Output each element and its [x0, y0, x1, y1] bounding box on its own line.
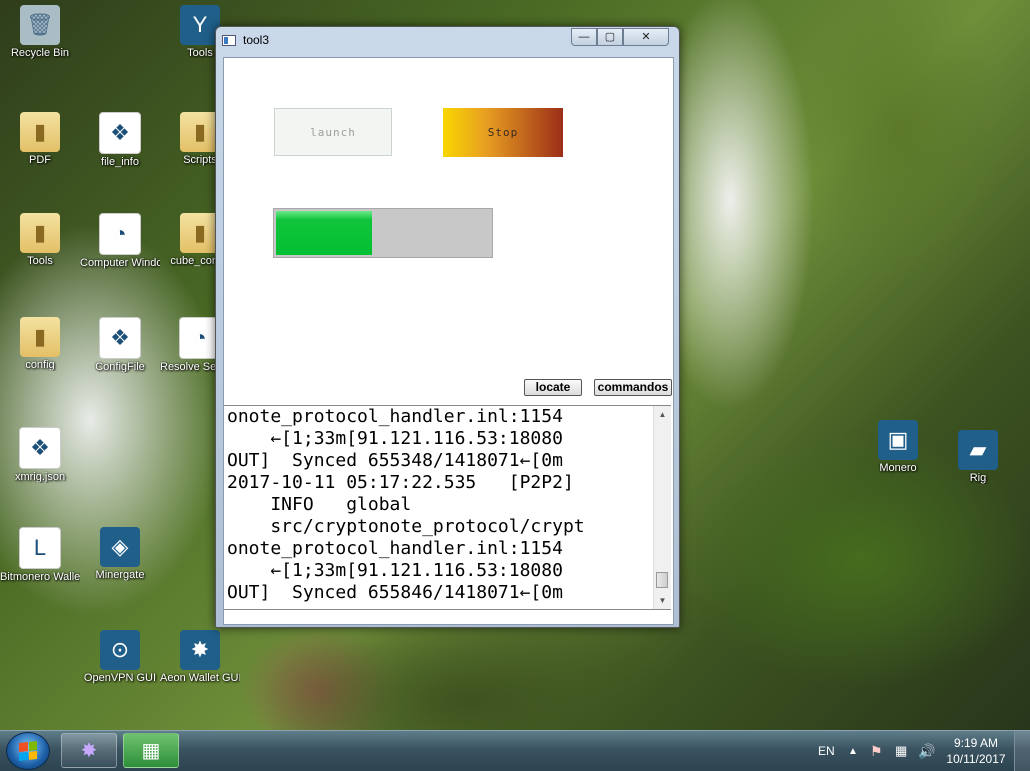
- taskbar-app-aeon-wallet[interactable]: ✸: [61, 733, 117, 768]
- language-indicator[interactable]: EN: [818, 731, 835, 771]
- desktop-icon-image-icon: ⊙: [100, 630, 140, 670]
- desktop-icon-image-icon: L: [19, 527, 61, 569]
- desktop-icon[interactable]: ▰ Rig: [938, 430, 1018, 484]
- console-line: onote_protocol_handler.inl:1154: [227, 406, 563, 427]
- desktop-icon[interactable]: ❖ ConfigFile: [80, 317, 160, 373]
- desktop-icon[interactable]: L Bitmonero Wallet Generator: [0, 527, 80, 583]
- desktop-icon-label: Tools: [27, 255, 53, 267]
- desktop-icon-image-icon: 🗑: [20, 5, 60, 45]
- desktop-icon-label: PDF: [29, 154, 51, 166]
- desktop-icon-image-icon: ❖: [99, 317, 141, 359]
- desktop-icon-label: xmrig.json: [14, 471, 66, 483]
- window-client-area: launch Stop locate commandos onote_proto…: [223, 57, 674, 625]
- desktop-icon[interactable]: ▣ Monero: [858, 420, 938, 474]
- desktop-icon[interactable]: ✸ Aeon Wallet GUI: [160, 630, 240, 684]
- desktop-icon-image-icon: ◔: [99, 213, 141, 255]
- progress-fill: [276, 211, 372, 255]
- desktop-icon-image-icon: ❖: [19, 427, 61, 469]
- desktop-icon-label: config: [25, 359, 55, 371]
- console-line: OUT] Synced 655348/1418071←[0m: [227, 450, 563, 471]
- desktop-icon[interactable]: ▮ config: [0, 317, 80, 371]
- maximize-icon: ▢: [604, 31, 616, 43]
- clock-date: 10/11/2017: [946, 752, 1006, 766]
- scroll-up-arrow-icon[interactable]: ▲: [654, 406, 671, 423]
- clock[interactable]: 9:19 AM 10/11/2017: [945, 735, 1007, 767]
- desktop-icon-image-icon: ▮: [180, 213, 220, 253]
- desktop-icon-label: ConfigFile: [95, 361, 145, 373]
- desktop-icon-image-icon: ▮: [180, 112, 220, 152]
- scroll-thumb[interactable]: [656, 572, 668, 588]
- taskbar: ✸ ▦ EN ▲ ⚑ ▦ 🔊 9:19 AM 10/11/2017: [0, 730, 1030, 771]
- desktop-icon-label: Computer Windows: [80, 257, 160, 269]
- desktop-icon-image-icon: ◈: [100, 527, 140, 567]
- stop-button[interactable]: Stop: [443, 108, 563, 157]
- desktop-icon-label: Minergate: [95, 569, 145, 581]
- taskbar-app-second[interactable]: ▦: [123, 733, 179, 768]
- console-line: OUT] Synced 655846/1418071←[0m: [227, 582, 563, 603]
- desktop-icon-label: Bitmonero Wallet Generator: [0, 571, 80, 583]
- desktop-icon[interactable]: ◔ Computer Windows: [80, 213, 160, 269]
- desktop-icon[interactable]: ❖ file_info: [80, 112, 160, 168]
- desktop-icon[interactable]: ▮ PDF: [0, 112, 80, 166]
- desktop-icon-label: Rig: [969, 472, 987, 484]
- window-title: tool3: [243, 33, 270, 47]
- app-window: tool3 — ▢ ✕ launch Stop locate commandos…: [215, 26, 680, 628]
- minimize-button[interactable]: —: [571, 28, 597, 46]
- console-text: onote_protocol_handler.inl:1154 ←[1;33m[…: [227, 406, 652, 604]
- clock-time: 9:19 AM: [953, 736, 999, 750]
- desktop-icon-label: OpenVPN GUI: [83, 672, 157, 684]
- vertical-scrollbar[interactable]: ▲ ▼: [653, 406, 671, 609]
- desktop-icon-image-icon: ▮: [20, 317, 60, 357]
- console-line: 2017-10-11 05:17:22.535 [P2P2]: [227, 472, 574, 493]
- title-bar[interactable]: tool3 — ▢ ✕: [216, 27, 679, 55]
- progress-bar: [273, 208, 493, 258]
- commandos-button[interactable]: commandos: [594, 379, 672, 396]
- desktop-icon[interactable]: 🗑 Recycle Bin: [0, 5, 80, 59]
- desktop-icon-image-icon: ✸: [180, 630, 220, 670]
- desktop-icon[interactable]: ▮ Tools: [0, 213, 80, 267]
- console-line: INFO global: [227, 494, 412, 515]
- locate-button[interactable]: locate: [524, 379, 582, 396]
- desktop-icon[interactable]: ⊙ OpenVPN GUI: [80, 630, 160, 684]
- desktop-icon-label: Monero: [879, 462, 917, 474]
- desktop-icon[interactable]: ◈ Minergate: [80, 527, 160, 581]
- close-button[interactable]: ✕: [623, 28, 669, 46]
- close-icon: ✕: [641, 31, 651, 43]
- aeon-wallet-icon: ✸: [80, 740, 98, 762]
- start-button[interactable]: [6, 732, 50, 770]
- console-line: ←[1;33m[91.121.116.53:18080: [227, 560, 563, 581]
- console-line: ←[1;33m[91.121.116.53:18080: [227, 428, 563, 449]
- desktop-icon-image-icon: ❖: [99, 112, 141, 154]
- desktop-icon-image-icon: ▮: [20, 213, 60, 253]
- console-line: onote_protocol_handler.inl:1154: [227, 538, 563, 559]
- minimize-icon: —: [578, 31, 590, 43]
- desktop-icon-image-icon: Y: [180, 5, 220, 45]
- network-icon[interactable]: ▦: [895, 731, 907, 771]
- desktop-icon-label: file_info: [101, 156, 139, 168]
- show-desktop-button[interactable]: [1014, 731, 1030, 771]
- volume-icon[interactable]: 🔊: [918, 731, 935, 771]
- launch-button[interactable]: launch: [274, 108, 392, 156]
- windows-logo-icon: [19, 741, 37, 761]
- desktop-icon[interactable]: ❖ xmrig.json: [0, 427, 80, 483]
- console-output[interactable]: onote_protocol_handler.inl:1154 ←[1;33m[…: [224, 405, 671, 610]
- desktop-icon-image-icon: ▣: [878, 420, 918, 460]
- maximize-button[interactable]: ▢: [597, 28, 623, 46]
- show-hidden-icons-icon[interactable]: ▲: [848, 731, 858, 771]
- desktop-icon-label: Recycle Bin: [10, 47, 70, 59]
- scroll-down-arrow-icon[interactable]: ▼: [654, 592, 671, 609]
- desktop-icon-image-icon: ▮: [20, 112, 60, 152]
- console-line: src/cryptonote_protocol/crypt: [227, 516, 585, 537]
- app-blocks-icon: ▦: [141, 740, 161, 762]
- desktop-icon-image-icon: ▰: [958, 430, 998, 470]
- action-center-flag-icon[interactable]: ⚑: [870, 731, 883, 771]
- desktop-icon-label: Aeon Wallet GUI: [160, 672, 240, 684]
- window-icon: [222, 35, 236, 46]
